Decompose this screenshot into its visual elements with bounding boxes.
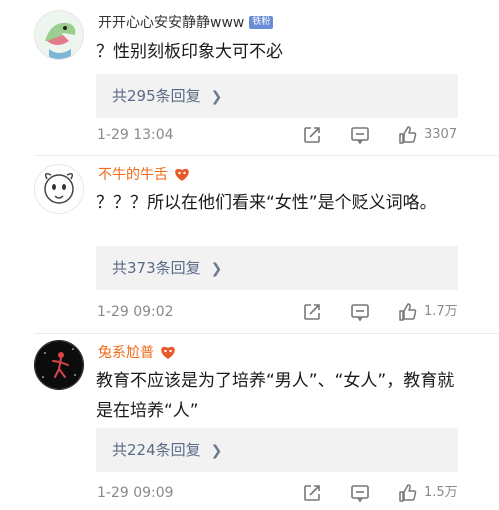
fan-badge: 铁粉 [249,15,274,29]
share-icon[interactable] [302,483,322,503]
username[interactable]: 不牛的牛舌 [98,164,191,184]
timestamp: 1-29 13:04 [97,127,174,143]
share-icon[interactable] [302,302,322,322]
view-replies-button[interactable]: 共295条回复 ❯ [96,74,458,118]
comment-icon[interactable] [350,125,370,145]
like-button[interactable]: 1.7万 [398,302,458,322]
like-button[interactable]: 1.5万 [398,483,458,503]
thumbs-up-icon [399,303,417,321]
divider [34,155,499,156]
chevron-right-icon: ❯ [210,443,223,459]
comment-text: ？？？所以在他们看来“女性”是个贬义词咯。 [96,193,437,213]
timestamp: 1-29 09:02 [97,304,174,320]
comment-icon[interactable] [350,483,370,503]
timestamp: 1-29 09:09 [97,485,174,501]
avatar[interactable] [34,340,84,390]
divider [34,333,499,334]
thumbs-up-icon [399,484,417,502]
comment-meta: 1-29 09:09 1.5万 [0,483,499,503]
avatar[interactable] [34,10,84,60]
comment-icon[interactable] [350,302,370,322]
comment-text: ？性别刻板印象大可不必 [96,42,283,62]
view-replies-button[interactable]: 共224条回复 ❯ [96,428,458,472]
chevron-right-icon: ❯ [210,89,223,105]
heart-face-icon [173,166,191,182]
view-replies-button[interactable]: 共373条回复 ❯ [96,246,458,290]
comment-meta: 1-29 13:04 3307 [0,125,499,145]
avatar[interactable] [34,164,84,214]
username[interactable]: 开开心心安安静静www 铁粉 [98,12,274,32]
share-icon[interactable] [302,125,322,145]
comment-meta: 1-29 09:02 1.7万 [0,302,499,322]
username[interactable]: 兔系尬普 [98,342,177,362]
comment-text: 教育不应该是为了培养“男人”、“女人”，教育就是在培养“人” [96,371,455,421]
chevron-right-icon: ❯ [210,261,223,277]
thumbs-up-icon [399,126,417,144]
like-button[interactable]: 3307 [398,125,457,145]
heart-face-icon [159,344,177,360]
